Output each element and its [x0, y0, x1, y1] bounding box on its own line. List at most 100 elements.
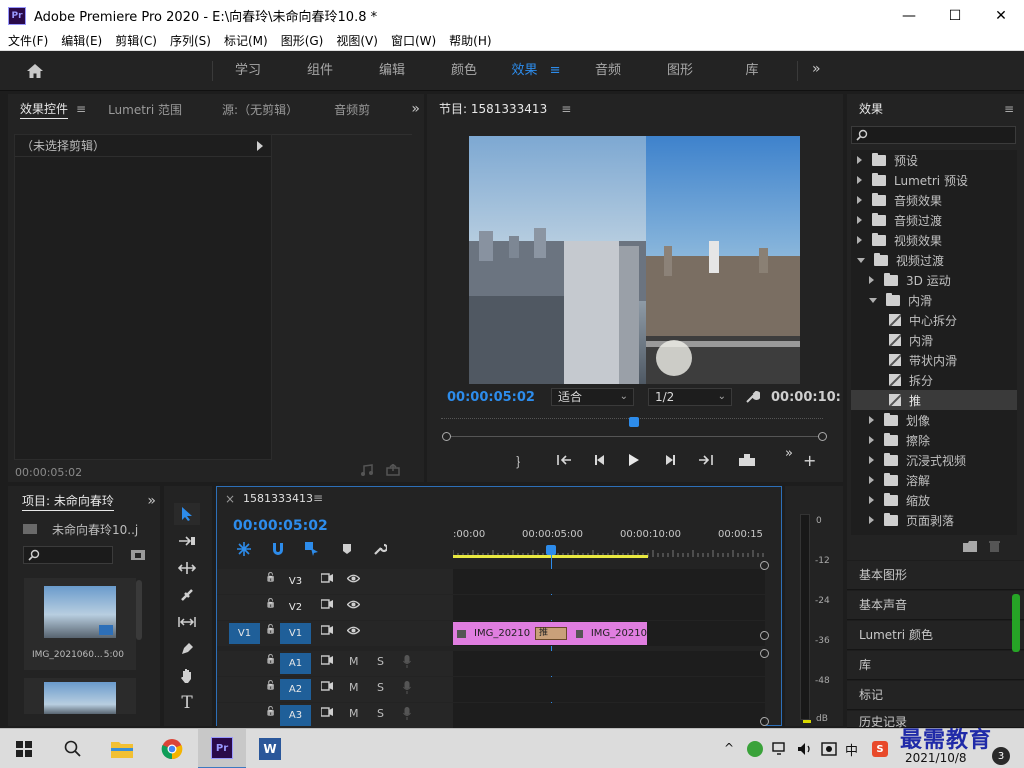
effect-tree-item[interactable]: 沉浸式视频	[851, 450, 966, 470]
lock-icon[interactable]: 🔓	[265, 681, 276, 691]
play-icon[interactable]	[628, 453, 640, 467]
mute-button[interactable]: M	[349, 681, 359, 694]
ripple-edit-tool[interactable]	[174, 557, 200, 579]
menu-sequence[interactable]: 序列(S)	[170, 32, 211, 49]
menu-file[interactable]: 文件(F)	[8, 32, 48, 49]
tab-effect-controls[interactable]: 效果控件	[20, 100, 69, 119]
tab-lumetri-scopes[interactable]: Lumetri 范围	[108, 101, 182, 118]
panel-menu-icon[interactable]: ≡	[76, 102, 86, 116]
add-marker-icon[interactable]	[342, 543, 352, 555]
effect-tree-item[interactable]: 视频过渡	[851, 250, 944, 270]
effect-tree-item[interactable]: 音频效果	[851, 190, 942, 210]
network-icon[interactable]	[772, 742, 788, 756]
taskbar-file-explorer[interactable]	[98, 729, 146, 768]
sync-lock-icon[interactable]	[320, 599, 333, 612]
timeline-timecode[interactable]: 00:00:05:02	[233, 518, 328, 534]
effect-tree-item[interactable]: 缩放	[851, 490, 930, 510]
effect-tree-item[interactable]: 预设	[851, 150, 918, 170]
expand-icon[interactable]	[257, 141, 263, 151]
video-scroll-handle[interactable]	[760, 561, 769, 570]
step-forward-icon[interactable]	[664, 454, 676, 466]
timeline-sequence-name[interactable]: 1581333413	[243, 492, 313, 505]
sync-lock-icon[interactable]	[320, 681, 333, 694]
export-frame-icon[interactable]	[738, 453, 756, 467]
chevron-down-icon[interactable]	[869, 297, 877, 303]
tray-security-icon[interactable]	[747, 741, 763, 757]
audio-scroll-handle[interactable]	[760, 649, 769, 658]
chevron-right-icon[interactable]	[857, 176, 862, 184]
trash-icon[interactable]	[989, 540, 1000, 552]
project-clip-thumbnail[interactable]: IMG_2021060... 5:00	[24, 578, 136, 670]
menu-edit[interactable]: 编辑(E)	[61, 32, 102, 49]
effect-tree-item[interactable]: 推	[851, 390, 1017, 410]
solo-button[interactable]: S	[377, 655, 384, 668]
program-timecode[interactable]: 00:00:05:02	[447, 390, 535, 405]
microphone-icon[interactable]	[403, 681, 411, 697]
sync-lock-icon[interactable]	[320, 655, 333, 668]
effect-tree-item[interactable]: 音频过渡	[851, 210, 942, 230]
panel-lumetri-color[interactable]: Lumetri 颜色	[847, 621, 1024, 650]
chevron-right-icon[interactable]	[869, 276, 874, 284]
tray-chevron-up-icon[interactable]: ^	[724, 741, 734, 755]
chevron-right-icon[interactable]	[869, 476, 874, 484]
track-target-button[interactable]: V3	[280, 571, 311, 592]
eye-icon[interactable]	[346, 573, 361, 586]
menu-graphics[interactable]: 图形(G)	[281, 32, 324, 49]
chevron-right-icon[interactable]	[857, 236, 862, 244]
microphone-icon[interactable]	[403, 707, 411, 723]
hand-tool[interactable]	[174, 665, 200, 687]
eye-icon[interactable]	[346, 599, 361, 612]
search-icon[interactable]	[64, 740, 81, 757]
chevron-right-icon[interactable]	[857, 196, 862, 204]
chevron-right-icon[interactable]	[869, 416, 874, 424]
mute-button[interactable]: M	[349, 707, 359, 720]
workspace-tab-graphics[interactable]: 图形	[644, 51, 716, 91]
audio-scroll-handle[interactable]	[760, 717, 769, 726]
project-search-input[interactable]	[23, 546, 113, 564]
effect-tree-item[interactable]: 擦除	[851, 430, 930, 450]
close-button[interactable]: ✕	[978, 0, 1024, 31]
timeline-close-icon[interactable]: ×	[225, 492, 235, 506]
new-folder-icon[interactable]	[963, 541, 977, 552]
video-scroll-handle[interactable]	[760, 631, 769, 640]
home-icon[interactable]	[26, 63, 44, 79]
panel-menu-icon[interactable]: ≡	[313, 491, 323, 505]
track-select-tool[interactable]	[174, 530, 200, 552]
snap-icon[interactable]	[272, 542, 284, 556]
go-to-in-icon[interactable]	[557, 454, 573, 466]
track-target-button[interactable]: V2	[280, 597, 311, 618]
effect-tree-item[interactable]: 划像	[851, 410, 930, 430]
lock-icon[interactable]: 🔓	[265, 707, 276, 717]
pen-tool[interactable]	[174, 638, 200, 660]
linked-selection-icon[interactable]	[305, 542, 319, 556]
program-scrub-bar[interactable]	[446, 436, 822, 437]
nest-icon[interactable]	[237, 542, 251, 556]
slip-tool[interactable]	[174, 611, 200, 633]
workspace-overflow-icon[interactable]: »	[812, 61, 826, 79]
chevron-down-icon[interactable]	[857, 257, 865, 263]
wrench-icon[interactable]	[745, 389, 760, 404]
source-patch-button[interactable]: V1	[229, 623, 260, 644]
project-scrollbar[interactable]	[136, 580, 142, 640]
workspace-tab-libraries[interactable]: 库	[716, 51, 788, 91]
effect-tree-item[interactable]: Lumetri 预设	[851, 170, 968, 190]
chevron-right-icon[interactable]	[857, 156, 862, 164]
resolution-dropdown[interactable]: 1/2 ⌄	[648, 388, 732, 406]
ime-indicator[interactable]: 中	[845, 740, 858, 759]
tab-audio-clip-mixer[interactable]: 音频剪	[334, 101, 370, 118]
track-content-area[interactable]	[453, 677, 765, 702]
timeline-playhead-handle[interactable]	[546, 545, 556, 555]
effects-search-input[interactable]	[851, 126, 1016, 144]
selection-tool[interactable]	[174, 503, 200, 525]
volume-icon[interactable]	[797, 742, 813, 756]
chevron-right-icon[interactable]	[869, 436, 874, 444]
panel-menu-icon[interactable]: ≡	[561, 102, 571, 116]
menu-help[interactable]: 帮助(H)	[449, 32, 491, 49]
menu-clip[interactable]: 剪辑(C)	[115, 32, 157, 49]
menu-markers[interactable]: 标记(M)	[224, 32, 268, 49]
project-panel-title[interactable]: 项目: 未命向春玲	[22, 492, 114, 511]
transport-overflow-icon[interactable]: »	[785, 446, 793, 461]
panel-menu-icon[interactable]: ≡	[1004, 102, 1014, 116]
export-icon[interactable]	[386, 464, 400, 476]
taskbar-premiere[interactable]: Pr	[198, 729, 246, 768]
